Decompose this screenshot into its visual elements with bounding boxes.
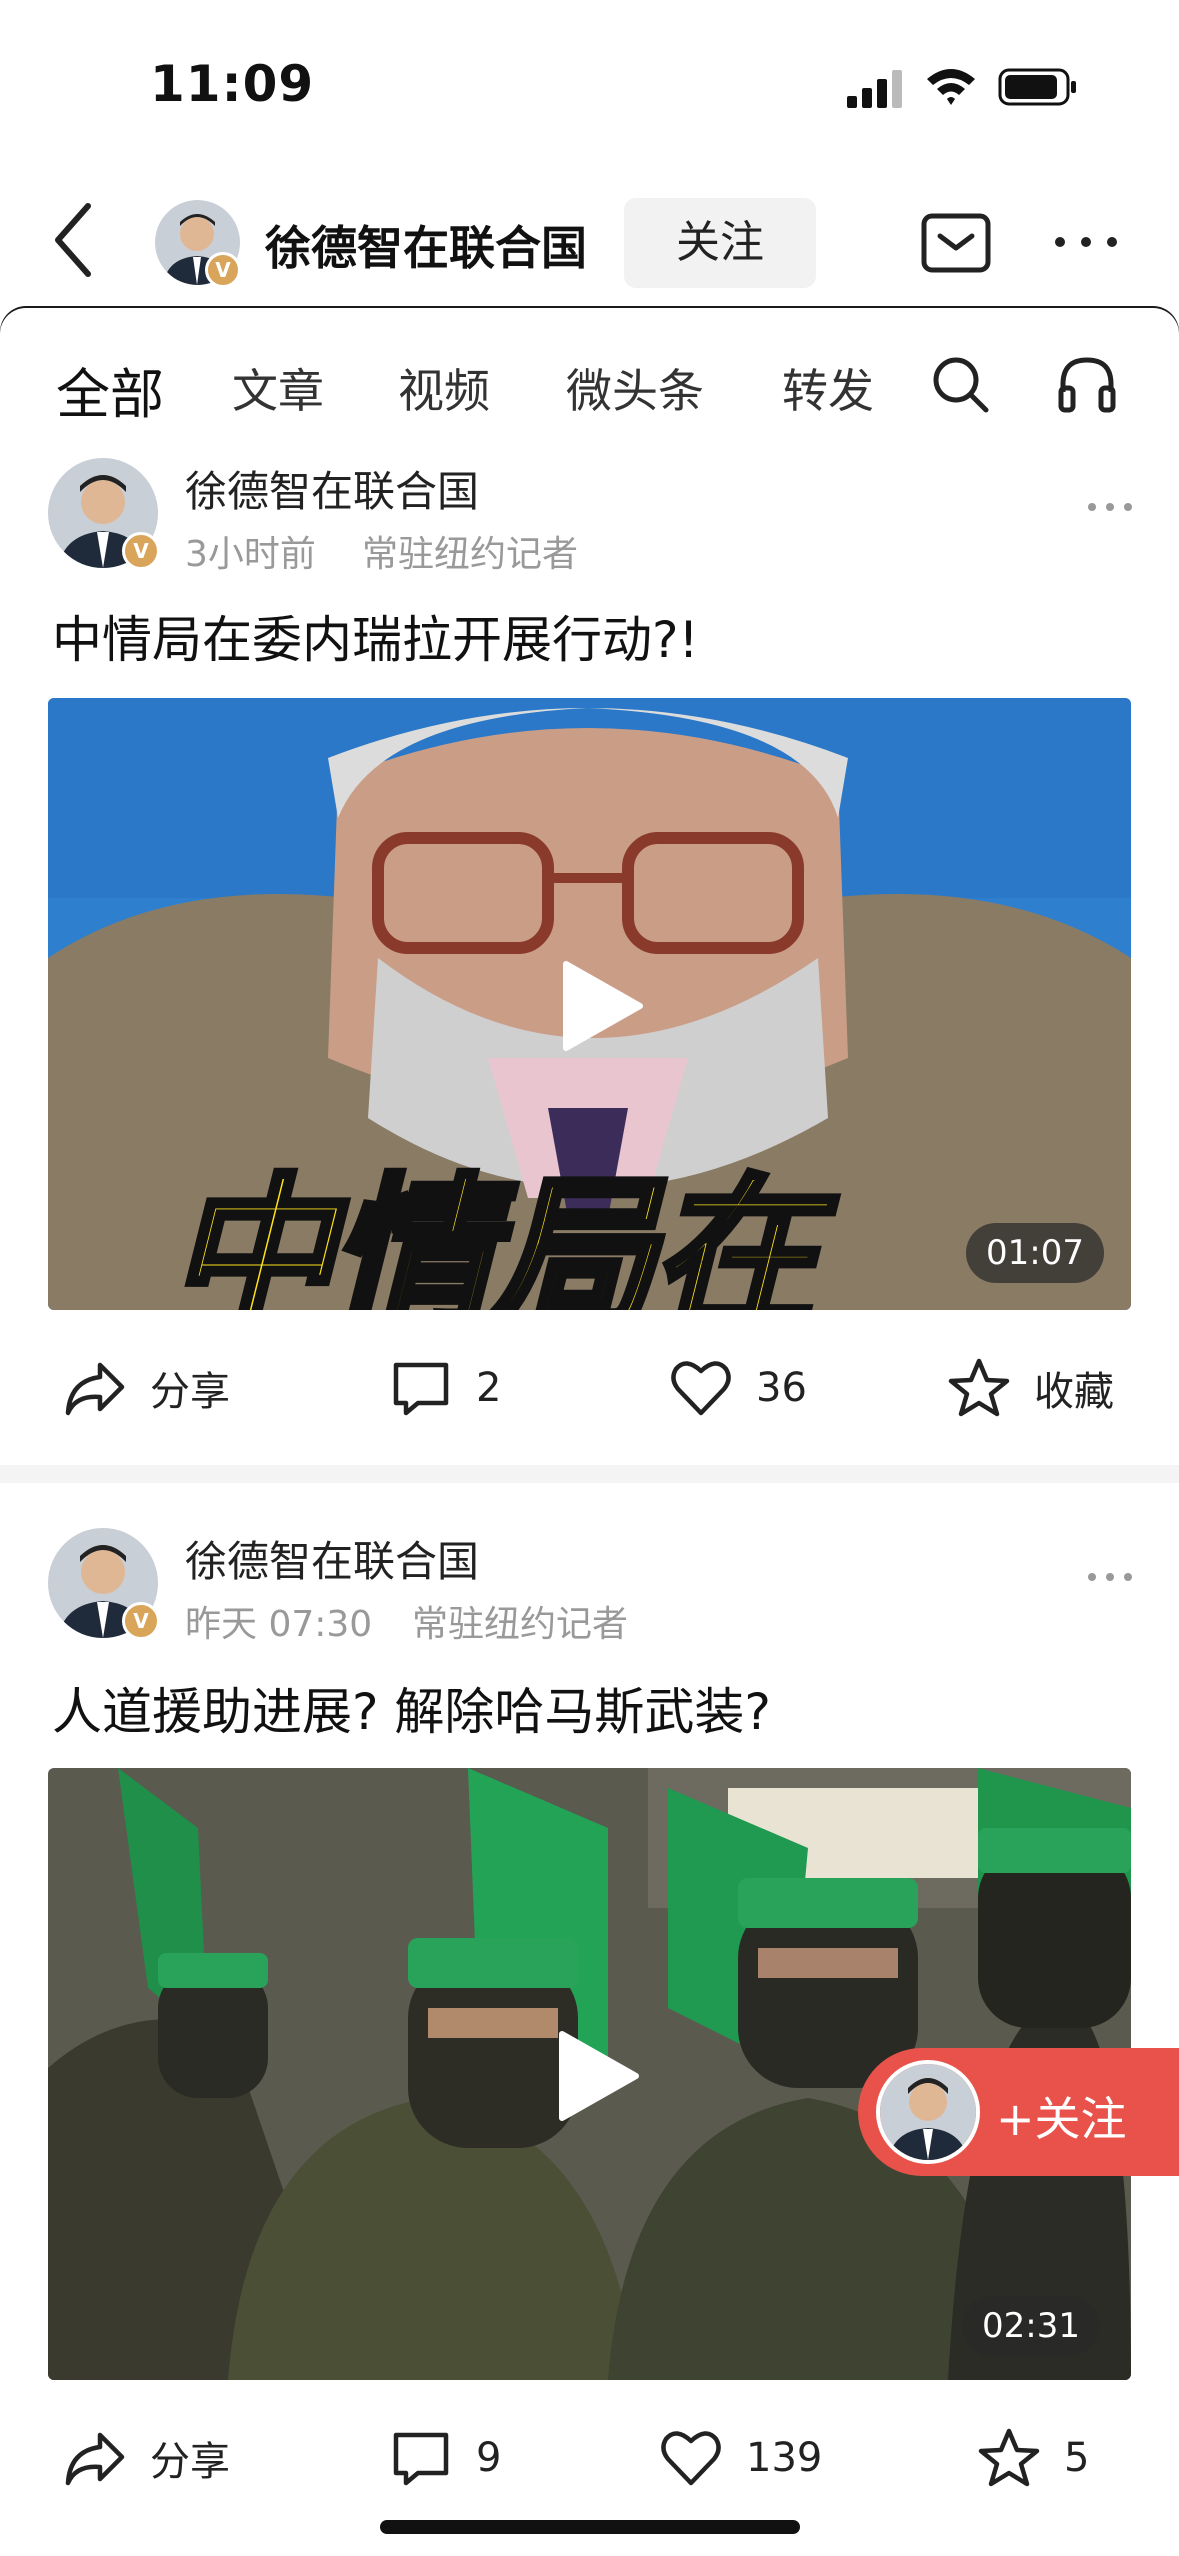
more-icon[interactable] [1050, 230, 1122, 254]
play-icon[interactable] [558, 956, 648, 1056]
share-button[interactable]: 分享 [62, 2423, 230, 2493]
back-icon[interactable] [48, 200, 98, 280]
page-title: 徐德智在联合国 [265, 221, 587, 275]
favorite-label: 收藏 [1034, 1369, 1114, 1415]
signal-icon [847, 70, 902, 108]
status-bar: 11:09 [0, 0, 1179, 150]
post-time: 昨天 07:30 [185, 1604, 373, 1645]
tab-micro-posts[interactable]: 微头条 [566, 355, 704, 421]
comment-icon [393, 1362, 449, 1416]
post-author-role: 常驻纽约记者 [362, 534, 579, 575]
verified-badge: V [122, 532, 160, 570]
like-count: 139 [746, 2435, 823, 2481]
post-title[interactable]: 中情局在委内瑞拉开展行动?! [52, 600, 699, 672]
tab-reposts[interactable]: 转发 [782, 355, 874, 421]
share-button[interactable]: 分享 [62, 1353, 230, 1423]
follow-button[interactable]: 关注 [624, 198, 816, 288]
home-indicator[interactable] [380, 2520, 800, 2534]
post-divider [0, 1465, 1179, 1483]
post-author-role: 常驻纽约记者 [412, 1604, 629, 1645]
battery-icon [998, 68, 1076, 106]
verified-badge: V [205, 252, 241, 288]
video-thumbnail[interactable]: 中情局在 01:07 [48, 698, 1131, 1310]
headphones-icon[interactable] [1055, 352, 1119, 416]
search-icon[interactable] [928, 352, 992, 416]
post-title[interactable]: 人道援助进展? 解除哈马斯武装? [52, 1672, 771, 1744]
like-count: 36 [756, 1365, 807, 1411]
like-button[interactable]: 36 [668, 1353, 807, 1423]
star-icon [978, 2428, 1040, 2487]
share-label: 分享 [150, 1369, 230, 1415]
video-duration: 02:31 [962, 2296, 1100, 2356]
star-icon [948, 1358, 1010, 1417]
favorite-count: 5 [1064, 2435, 1090, 2481]
tab-articles[interactable]: 文章 [232, 355, 324, 421]
more-icon[interactable] [1085, 1570, 1135, 1584]
tab-all[interactable]: 全部 [56, 350, 164, 429]
video-duration: 01:07 [966, 1223, 1104, 1283]
mail-icon[interactable] [920, 212, 992, 274]
floating-follow-label[interactable]: +关注 [996, 2083, 1127, 2149]
avatar[interactable] [876, 2060, 980, 2164]
sheet-top [0, 308, 1179, 348]
post-author-name[interactable]: 徐德智在联合国 [185, 1528, 479, 1589]
comment-icon [393, 2432, 449, 2486]
comment-count: 9 [476, 2435, 502, 2481]
comment-button[interactable]: 9 [388, 2423, 501, 2493]
status-time: 11:09 [150, 55, 315, 113]
share-icon [65, 1362, 125, 1416]
favorite-button[interactable]: 收藏 [946, 1353, 1114, 1423]
favorite-button[interactable]: 5 [976, 2423, 1089, 2493]
like-button[interactable]: 139 [658, 2423, 822, 2493]
more-icon[interactable] [1085, 500, 1135, 514]
share-icon [65, 2432, 125, 2486]
play-icon[interactable] [554, 2026, 644, 2126]
video-overlay-text: 中情局在 [165, 1159, 819, 1311]
wifi-icon [927, 69, 975, 105]
verified-badge: V [122, 1602, 160, 1640]
comment-button[interactable]: 2 [388, 1353, 501, 1423]
heart-icon [661, 2431, 721, 2486]
share-label: 分享 [150, 2439, 230, 2485]
heart-icon [671, 1361, 731, 1416]
tab-videos[interactable]: 视频 [398, 355, 490, 421]
comment-count: 2 [476, 1365, 502, 1411]
post-author-name[interactable]: 徐德智在联合国 [185, 458, 479, 519]
post-time: 3小时前 [185, 534, 316, 575]
